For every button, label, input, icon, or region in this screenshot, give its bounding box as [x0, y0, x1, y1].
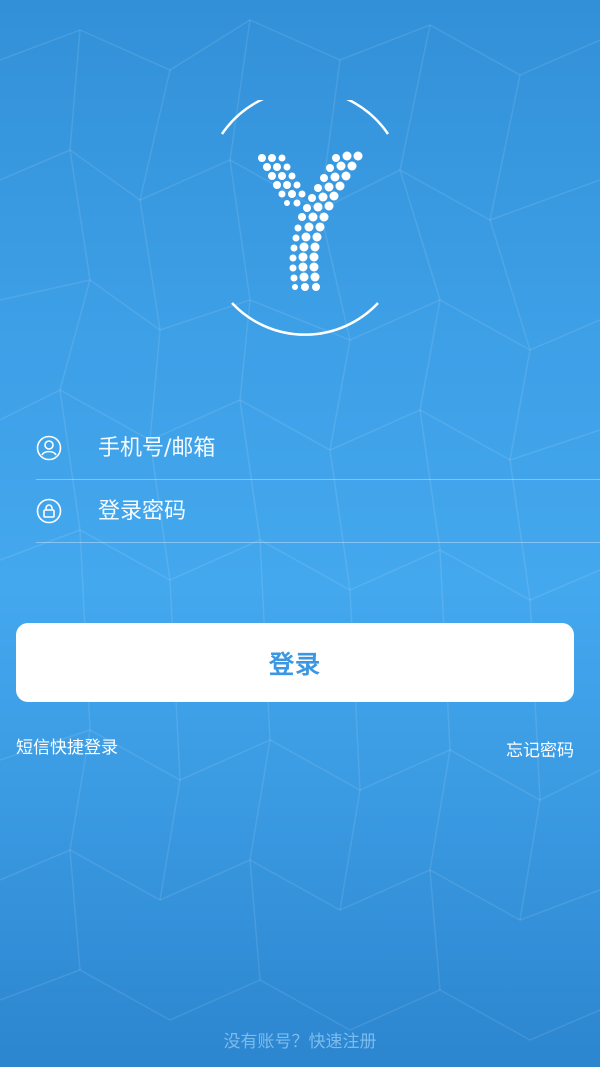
forgot-password-link[interactable]: 忘记密码	[506, 736, 574, 761]
login-screen: 登录 短信快捷登录 忘记密码 没有账号？快速注册	[0, 0, 600, 1067]
register-link[interactable]: 没有账号？快速注册	[0, 1027, 600, 1052]
account-input[interactable]	[98, 435, 538, 461]
password-input-row[interactable]	[36, 480, 600, 543]
account-input-row[interactable]	[36, 417, 600, 480]
app-logo	[210, 88, 400, 340]
y-dotted-logo-icon	[220, 88, 390, 336]
login-button[interactable]: 登录	[16, 623, 574, 702]
password-input[interactable]	[98, 498, 538, 524]
lock-circle-icon	[36, 498, 62, 524]
user-circle-icon	[36, 435, 62, 461]
sms-login-link[interactable]: 短信快捷登录	[16, 733, 118, 758]
